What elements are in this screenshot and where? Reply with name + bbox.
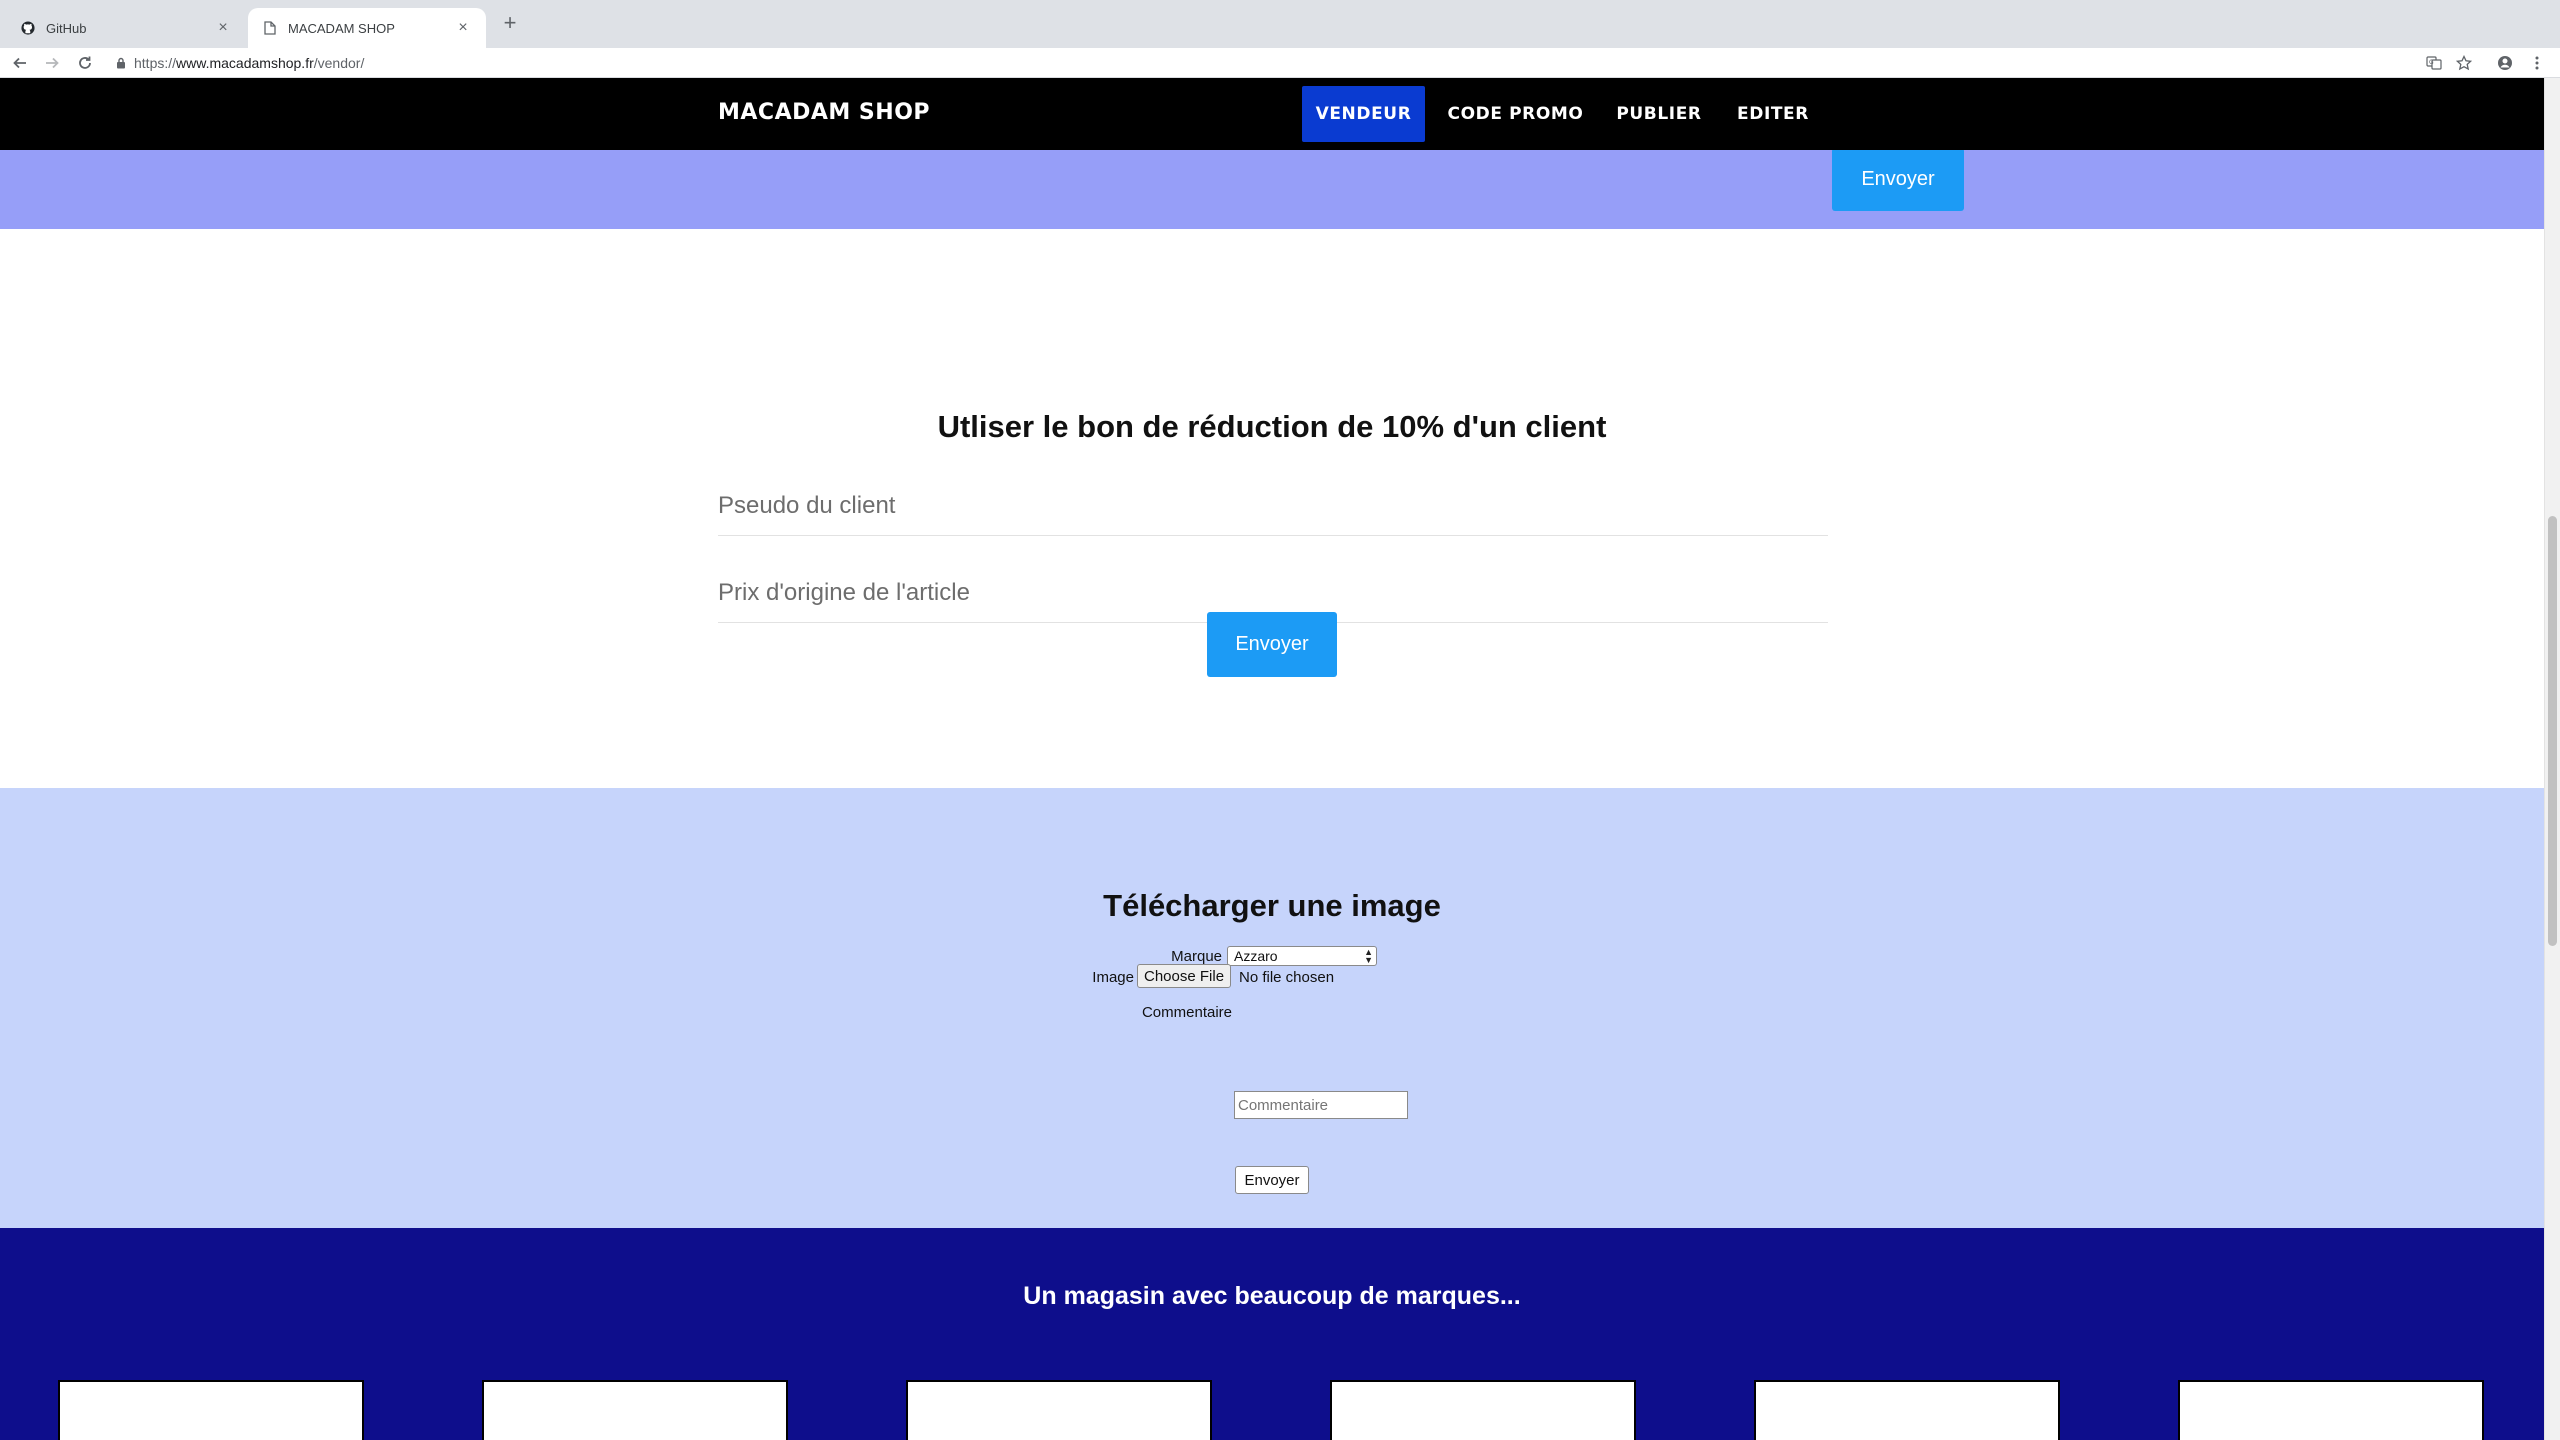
upload-send-button[interactable]: Envoyer [1235,1166,1309,1194]
page-viewport: MACADAM SHOP VENDEUR CODE PROMO PUBLIER … [0,78,2544,1440]
brand-card[interactable] [1330,1380,1636,1440]
browser-toolbar: https://www.macadamshop.fr/vendor/ G [0,48,2560,78]
previous-form-section [0,150,2544,229]
site-logo[interactable]: MACADAM SHOP [718,100,930,125]
account-icon[interactable] [2493,51,2517,75]
reload-icon[interactable] [73,51,97,75]
comment-input[interactable] [1235,1092,1407,1118]
github-icon [20,20,36,36]
select-arrows-icon: ▲ ▼ [1364,947,1373,965]
address-bar[interactable]: https://www.macadamshop.fr/vendor/ [116,51,364,75]
tab-github[interactable]: GitHub × [6,8,246,48]
page-scrollbar[interactable] [2544,78,2560,1440]
promo-title: Utliser le bon de réduction de 10% d'un … [937,409,1607,444]
brands-section: Un magasin avec beaucoup de marques... [0,1228,2544,1440]
marque-label: Marque [1171,948,1222,965]
new-tab-icon[interactable]: + [498,11,522,35]
close-icon[interactable]: × [454,19,472,37]
image-label: Image [1092,969,1134,986]
page-icon [262,20,278,36]
choose-file-button[interactable]: Choose File [1137,964,1232,988]
more-menu-icon[interactable] [2525,51,2549,75]
brand-card[interactable] [906,1380,1212,1440]
brand-card[interactable] [482,1380,788,1440]
lock-icon [116,57,126,69]
browser-tab-bar: GitHub × MACADAM SHOP × + [0,0,2560,48]
scrollbar-thumb[interactable] [2548,516,2557,946]
promo-code-section: Utliser le bon de réduction de 10% d'un … [0,229,2544,788]
nav-item-editer[interactable]: EDITER [1727,86,1819,142]
url-path: /vendor/ [313,55,365,71]
tab-macadam-shop[interactable]: MACADAM SHOP × [248,8,486,48]
brands-title: Un magasin avec beaucoup de marques... [1023,1282,1521,1310]
url-host: www.macadamshop.fr [176,55,314,71]
close-icon[interactable]: × [214,19,232,37]
brand-card[interactable] [58,1380,364,1440]
client-pseudo-input[interactable] [718,476,1828,535]
comment-input-box[interactable] [1234,1091,1408,1119]
svg-text:G: G [2429,59,2434,66]
client-pseudo-field[interactable] [718,476,1828,536]
translate-icon[interactable]: G [2422,51,2446,75]
brand-card[interactable] [1754,1380,2060,1440]
url-scheme: https:// [134,55,177,71]
comment-label: Commentaire [1141,1004,1232,1021]
forward-arrow-icon[interactable] [40,51,64,75]
file-status-text: No file chosen [1239,969,1335,986]
upload-title: Télécharger une image [1103,888,1441,923]
nav-item-code-promo[interactable]: CODE PROMO [1438,86,1593,142]
tab-title: GitHub [46,20,87,36]
upload-image-section: Télécharger une image Marque Azzaro ▲ ▼ I… [0,788,2544,1228]
promo-send-button[interactable]: Envoyer [1207,612,1337,677]
brand-card[interactable] [2178,1380,2484,1440]
send-button-top[interactable]: Envoyer [1832,148,1964,211]
marque-selected-value: Azzaro [1234,948,1278,964]
nav-item-publier[interactable]: PUBLIER [1604,86,1714,142]
site-navbar: MACADAM SHOP VENDEUR CODE PROMO PUBLIER … [0,78,2544,150]
star-icon[interactable] [2452,51,2476,75]
nav-item-vendeur[interactable]: VENDEUR [1302,86,1425,142]
marque-select[interactable]: Azzaro ▲ ▼ [1227,946,1377,966]
back-arrow-icon[interactable] [8,51,32,75]
tab-title: MACADAM SHOP [288,20,395,36]
